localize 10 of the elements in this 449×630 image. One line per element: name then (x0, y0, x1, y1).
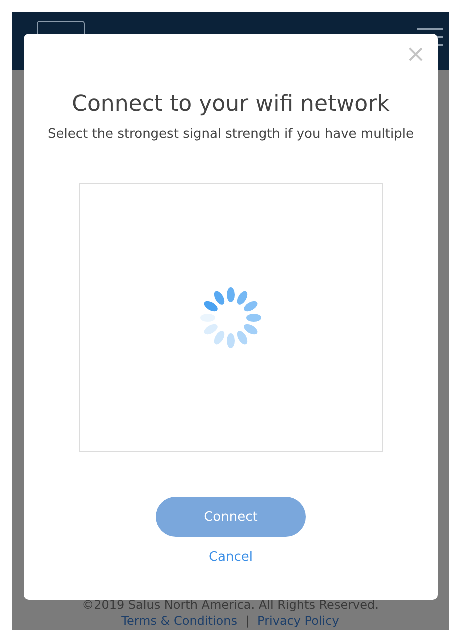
modal-title: Connect to your wifi network (72, 92, 390, 117)
loading-spinner-icon (200, 286, 262, 348)
connect-button[interactable]: Connect (156, 497, 306, 537)
close-button[interactable]: × (402, 40, 430, 68)
privacy-link[interactable]: Privacy Policy (258, 614, 340, 628)
terms-link[interactable]: Terms & Conditions (122, 614, 238, 628)
link-separator: | (246, 614, 250, 628)
cancel-link[interactable]: Cancel (208, 550, 254, 565)
modal-subtitle: Select the strongest signal strength if you have multiple (48, 127, 414, 142)
copyright-text: ©2019 Salus North America. All Rights Reserved. (82, 598, 379, 612)
